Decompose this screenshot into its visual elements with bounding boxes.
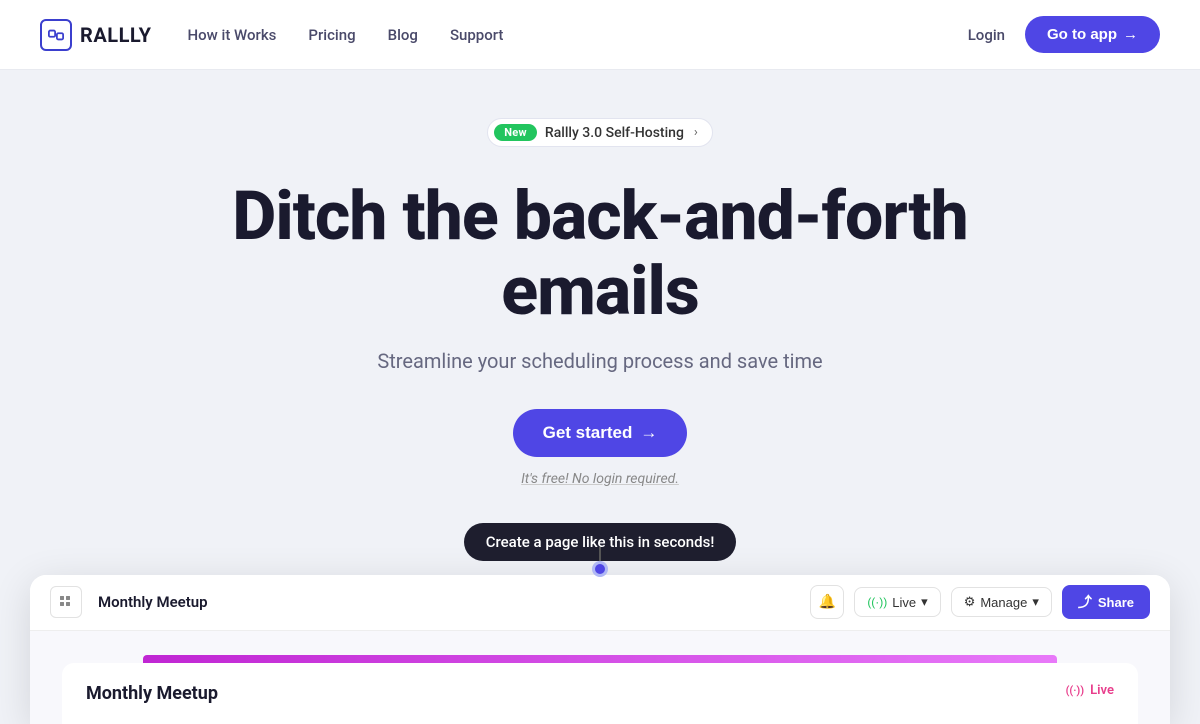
manage-button[interactable]: ⚙ Manage ▾: [951, 587, 1052, 617]
share-label: Share: [1098, 595, 1134, 610]
nav-item-how-it-works[interactable]: How it Works: [188, 25, 277, 44]
inner-live-label: Live: [1090, 683, 1114, 698]
inner-live-icon: ((·)): [1066, 684, 1085, 697]
nav-link-pricing[interactable]: Pricing: [308, 26, 355, 44]
live-label: Live: [892, 595, 916, 610]
announcement-text: Rallly 3.0 Self-Hosting: [545, 125, 684, 141]
go-to-app-arrow: →: [1123, 26, 1138, 43]
manage-label: Manage: [980, 595, 1027, 610]
get-started-button[interactable]: Get started →: [513, 409, 688, 457]
nav-right: Login Go to app →: [968, 16, 1160, 53]
app-inner: Monthly Meetup ((·)) Live: [30, 631, 1170, 724]
inner-live-badge: ((·)) Live: [1066, 683, 1114, 698]
go-to-app-label: Go to app: [1047, 26, 1117, 43]
grid-icon[interactable]: [50, 586, 82, 618]
manage-chevron: ▾: [1032, 594, 1039, 610]
free-text: It's free! No login required.: [521, 471, 679, 487]
new-badge: New: [494, 124, 537, 141]
menu-icon-svg: [59, 595, 73, 609]
app-topbar-left: Monthly Meetup: [50, 586, 208, 618]
get-started-arrow: →: [640, 423, 657, 443]
login-link[interactable]: Login: [968, 26, 1005, 44]
tooltip-bubble: Create a page like this in seconds!: [464, 523, 737, 561]
tooltip-text: Create a page like this in seconds!: [486, 533, 715, 551]
inner-card-title: Monthly Meetup: [86, 683, 218, 704]
nav-item-pricing[interactable]: Pricing: [308, 25, 355, 44]
nav-links: How it Works Pricing Blog Support: [188, 25, 504, 44]
share-icon: ⤴: [1078, 592, 1092, 612]
logo[interactable]: RALLLY: [40, 19, 152, 51]
app-preview: Monthly Meetup 🔔 ((·)) Live ▾ ⚙ Manage ▾: [30, 575, 1170, 724]
bell-icon: 🔔: [819, 594, 836, 610]
gear-icon: ⚙: [964, 594, 976, 610]
nav-item-blog[interactable]: Blog: [388, 25, 418, 44]
hero-title: Ditch the back-and-forth emails: [190, 179, 1010, 329]
live-radio-icon: ((·)): [867, 595, 887, 609]
hero-section: New Rallly 3.0 Self-Hosting › Ditch the …: [0, 70, 1200, 724]
share-button[interactable]: ⤴ Share: [1062, 585, 1150, 619]
inner-header-bar: [143, 655, 1058, 663]
announcement-arrow: ›: [694, 125, 698, 140]
nav-link-blog[interactable]: Blog: [388, 26, 418, 44]
go-to-app-button[interactable]: Go to app →: [1025, 16, 1160, 53]
nav-link-support[interactable]: Support: [450, 26, 503, 44]
app-topbar: Monthly Meetup 🔔 ((·)) Live ▾ ⚙ Manage ▾: [30, 575, 1170, 631]
inner-card: Monthly Meetup ((·)) Live: [62, 663, 1138, 724]
navbar: RALLLY How it Works Pricing Blog Support…: [0, 0, 1200, 70]
tooltip-dot: [592, 561, 608, 577]
live-button[interactable]: ((·)) Live ▾: [854, 587, 940, 617]
logo-svg: [48, 27, 64, 43]
get-started-label: Get started: [543, 423, 633, 443]
announcement-banner[interactable]: New Rallly 3.0 Self-Hosting ›: [487, 118, 713, 147]
live-chevron: ▾: [921, 594, 928, 610]
logo-icon: [40, 19, 72, 51]
demo-wrapper: Create a page like this in seconds! Mo: [0, 523, 1200, 724]
app-topbar-right: 🔔 ((·)) Live ▾ ⚙ Manage ▾ ⤴ Share: [810, 585, 1150, 619]
hero-subtitle: Streamline your scheduling process and s…: [377, 349, 822, 373]
nav-link-how-it-works[interactable]: How it Works: [188, 26, 277, 44]
logo-text: RALLLY: [80, 23, 152, 47]
nav-item-support[interactable]: Support: [450, 25, 503, 44]
app-page-name: Monthly Meetup: [98, 593, 208, 611]
nav-left: RALLLY How it Works Pricing Blog Support: [40, 19, 503, 51]
bell-button[interactable]: 🔔: [810, 585, 844, 619]
